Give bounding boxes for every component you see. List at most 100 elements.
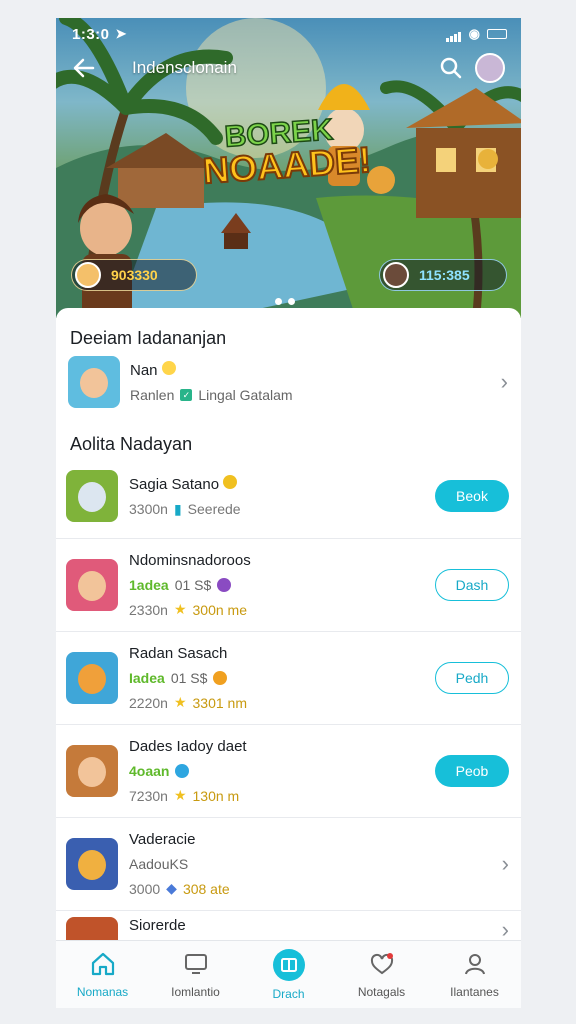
carousel-indicator [275, 298, 295, 305]
carousel-dot[interactable] [275, 298, 282, 305]
star-icon: ★ [173, 601, 187, 617]
search-icon [440, 57, 462, 79]
status-time: 1:3:0 [72, 25, 110, 43]
game-logo-line2: NOAADE! [201, 137, 373, 192]
game-list: Sagia Satano 3300n ▮ Seerede Beok Ndomin… [56, 454, 521, 1003]
game-thumbnail [66, 838, 118, 890]
section1-title: Deeiam Iadananjan [70, 328, 227, 348]
arrow-left-icon [73, 58, 95, 78]
item-meta2-a: 2330n [129, 601, 168, 618]
nav-label: Nomanas [76, 985, 129, 999]
section2-title: Aolita Nadayan [70, 434, 193, 454]
tag-icon: ▮ [173, 500, 182, 517]
nav-item-profile[interactable]: Ilantanes [428, 941, 521, 1008]
item-meta1-green: 1adea [129, 577, 169, 593]
content-card: Deeiam Iadananjan Nan Ranlen ✓ Lingal Ga… [56, 308, 521, 969]
item-meta2-b: 308 ate [182, 880, 230, 897]
nav-label: Drach [272, 987, 305, 1001]
user-avatar[interactable] [475, 53, 505, 83]
game-thumbnail [66, 559, 118, 611]
item-meta2-b: 300n me [192, 601, 247, 618]
star-icon: ★ [173, 787, 187, 803]
game-thumbnail [66, 652, 118, 704]
list-item[interactable]: Dades Iadoy daet 4oaan 7230n ★ 130n m Pe… [56, 724, 521, 817]
game-thumbnail [66, 745, 118, 797]
carousel-dot[interactable] [288, 298, 295, 305]
bottom-navigation: Nomanas Iomlantio Drach Notagals Ilantan… [56, 940, 521, 1008]
home-icon [88, 949, 118, 979]
check-icon: ✓ [180, 389, 193, 401]
profile-sub2: Lingal Gatalam [198, 387, 293, 403]
right-score: 115:385 [419, 267, 470, 283]
status-bar: 1:3:0 ➤ ◉ [72, 24, 507, 44]
item-meta1-green: 4oaan [129, 763, 170, 779]
item-name: Siorerde [129, 917, 186, 934]
monitor-icon [181, 949, 211, 979]
list-item[interactable]: Radan Sasach Iadea 01 S$ 2220n ★ 3301 nm… [56, 631, 521, 724]
item-meta1-green: Iadea [129, 670, 165, 686]
item-meta2-a: 2220n [129, 694, 168, 711]
gem-icon [175, 764, 190, 778]
item-name: Sagia Satano [129, 475, 220, 493]
nav-label: Iomlantio [171, 985, 220, 999]
item-meta2-b: Seerede [187, 501, 241, 517]
nav-label: Ilantanes [450, 985, 499, 999]
item-meta1-grey: 01 S$ [170, 670, 208, 686]
item-meta2-b: 3301 nm [192, 694, 247, 711]
star-icon: ★ [173, 694, 187, 710]
chevron-right-icon[interactable]: › [502, 851, 509, 877]
left-score-pill[interactable]: 903330 [71, 259, 197, 291]
profile-sub1: Ranlen [130, 387, 175, 403]
nav-item-notifications[interactable]: Notagals [335, 941, 428, 1008]
book-icon [272, 949, 305, 981]
left-score: 903330 [111, 267, 158, 283]
item-meta2-a: 7230n [129, 787, 168, 804]
item-action-button[interactable]: Beok [435, 480, 509, 512]
gem-icon [217, 578, 232, 592]
nav-item-book[interactable]: Drach [242, 941, 335, 1008]
nav-item-home[interactable]: Nomanas [56, 941, 149, 1008]
emoji-icon [213, 671, 228, 685]
nav-item-monitor[interactable]: Iomlantio [149, 941, 242, 1008]
wifi-icon: ◉ [468, 26, 480, 41]
profile-name: Nan [130, 362, 158, 379]
smile-icon [161, 361, 176, 375]
game-thumbnail [66, 470, 118, 522]
battery-icon [487, 29, 507, 39]
list-item[interactable]: Sagia Satano 3300n ▮ Seerede Beok [56, 454, 521, 538]
item-name: Ndominsnadoroos [129, 552, 251, 569]
right-score-pill[interactable]: 115:385 [379, 259, 507, 291]
notification-icon [367, 949, 397, 979]
opponent-avatar-icon [383, 262, 409, 288]
hero-banner[interactable]: 1:3:0 ➤ ◉ Indensclonain BOREK NOAADE! 90… [56, 18, 521, 318]
top-app-bar: Indensclonain [70, 52, 505, 84]
emoji-icon [223, 474, 238, 489]
signal-icon [445, 27, 462, 42]
game-logo: BOREK NOAADE! [200, 113, 373, 192]
item-name: Vaderacie [129, 831, 196, 848]
nav-label: Notagals [357, 985, 406, 999]
location-icon: ➤ [115, 26, 127, 41]
chevron-right-icon: › [500, 369, 508, 394]
item-action-button[interactable]: Peob [435, 755, 509, 787]
item-name: Dades Iadoy daet [129, 738, 247, 755]
search-button[interactable] [437, 54, 465, 82]
profile-thumbnail [68, 356, 120, 408]
item-meta2-b: 130n m [192, 787, 240, 804]
profile-row[interactable]: Nan Ranlen ✓ Lingal Gatalam › [68, 354, 508, 410]
item-meta2-a: 3000 [129, 880, 161, 897]
item-action-button[interactable]: Pedh [435, 662, 509, 694]
item-meta1-grey: AadouKS [129, 856, 189, 872]
item-meta2-a: 3300n [129, 501, 168, 517]
list-item[interactable]: Ndominsnadoroos 1adea 01 S$ 2330n ★ 300n… [56, 538, 521, 631]
app-screen: 1:3:0 ➤ ◉ Indensclonain BOREK NOAADE! 90… [56, 18, 521, 1008]
item-name: Radan Sasach [129, 645, 228, 662]
back-button[interactable] [70, 54, 98, 82]
player-avatar-icon [75, 262, 101, 288]
gem-icon: ◆ [166, 880, 177, 896]
profile-icon [460, 949, 490, 979]
page-title: Indensclonain [132, 58, 237, 77]
item-meta1-grey: 01 S$ [174, 577, 212, 593]
item-action-button[interactable]: Dash [435, 569, 509, 601]
list-item[interactable]: Vaderacie AadouKS 3000 ◆ 308 ate › [56, 817, 521, 910]
